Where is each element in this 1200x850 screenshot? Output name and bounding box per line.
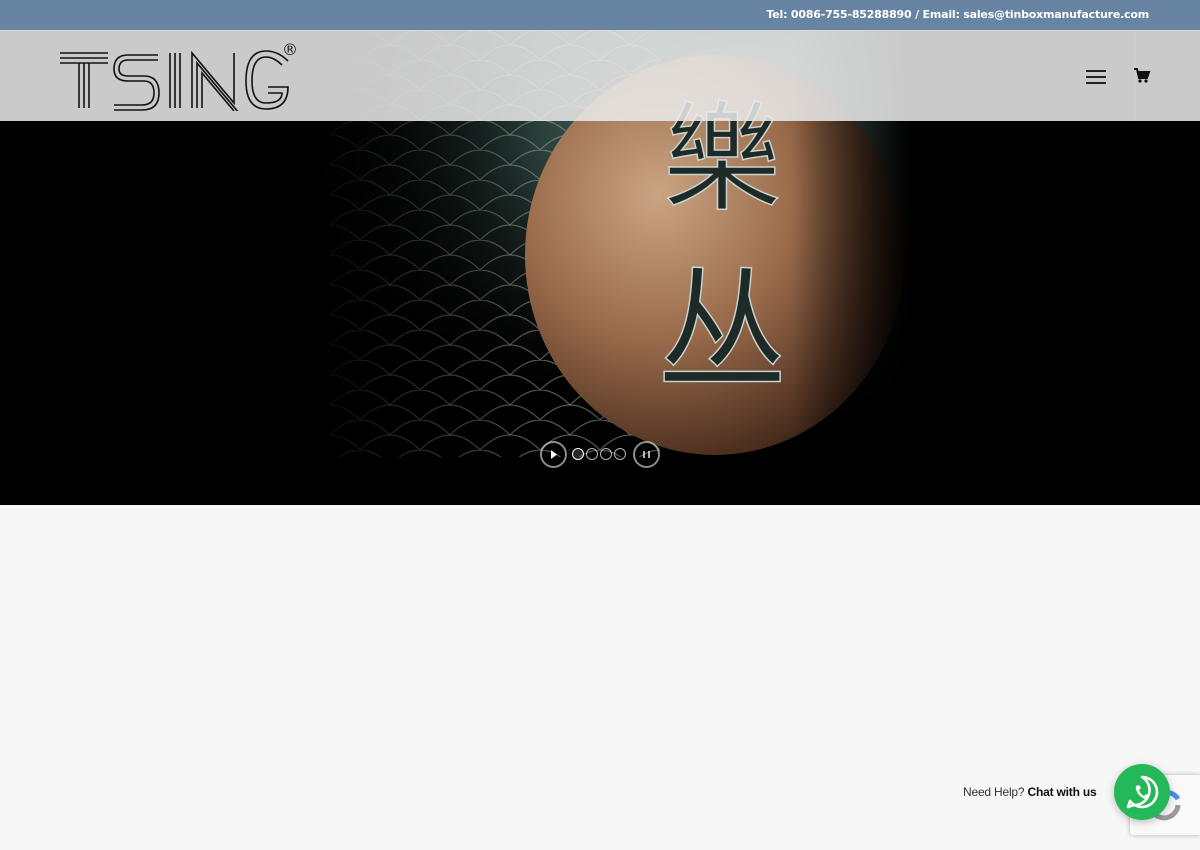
pause-icon xyxy=(643,451,650,458)
chat-prefix: Need Help? xyxy=(963,785,1025,799)
registered-mark: ® xyxy=(282,40,298,59)
top-contact-bar: Tel: 0086-755-85288890 / Email: sales@ti… xyxy=(0,0,1200,30)
slider-dot-3[interactable] xyxy=(600,448,612,460)
hamburger-line xyxy=(1086,82,1106,84)
tsing-logo[interactable] xyxy=(58,41,294,111)
whatsapp-icon xyxy=(1126,775,1159,809)
slider-dot-1[interactable] xyxy=(572,448,584,460)
slider-controls xyxy=(540,441,660,469)
slider-play-button[interactable] xyxy=(540,441,567,468)
shopping-cart-icon[interactable] xyxy=(1132,65,1152,85)
slider-dot-2[interactable] xyxy=(586,448,598,460)
chat-cta: Chat with us xyxy=(1027,785,1097,799)
slider-pause-button[interactable] xyxy=(633,441,660,468)
chat-prompt[interactable]: Need Help? Chat with us xyxy=(963,785,1097,799)
hamburger-menu-button[interactable] xyxy=(1080,63,1112,91)
site-header: ® xyxy=(0,30,1200,121)
hamburger-line xyxy=(1086,76,1106,78)
whatsapp-chat-button[interactable] xyxy=(1114,764,1170,820)
play-icon xyxy=(551,450,557,459)
slider-dot-4[interactable] xyxy=(614,448,626,460)
hamburger-menu-icon xyxy=(1086,70,1106,72)
contact-info[interactable]: Tel: 0086-755-85288890 / Email: sales@ti… xyxy=(766,8,1149,21)
